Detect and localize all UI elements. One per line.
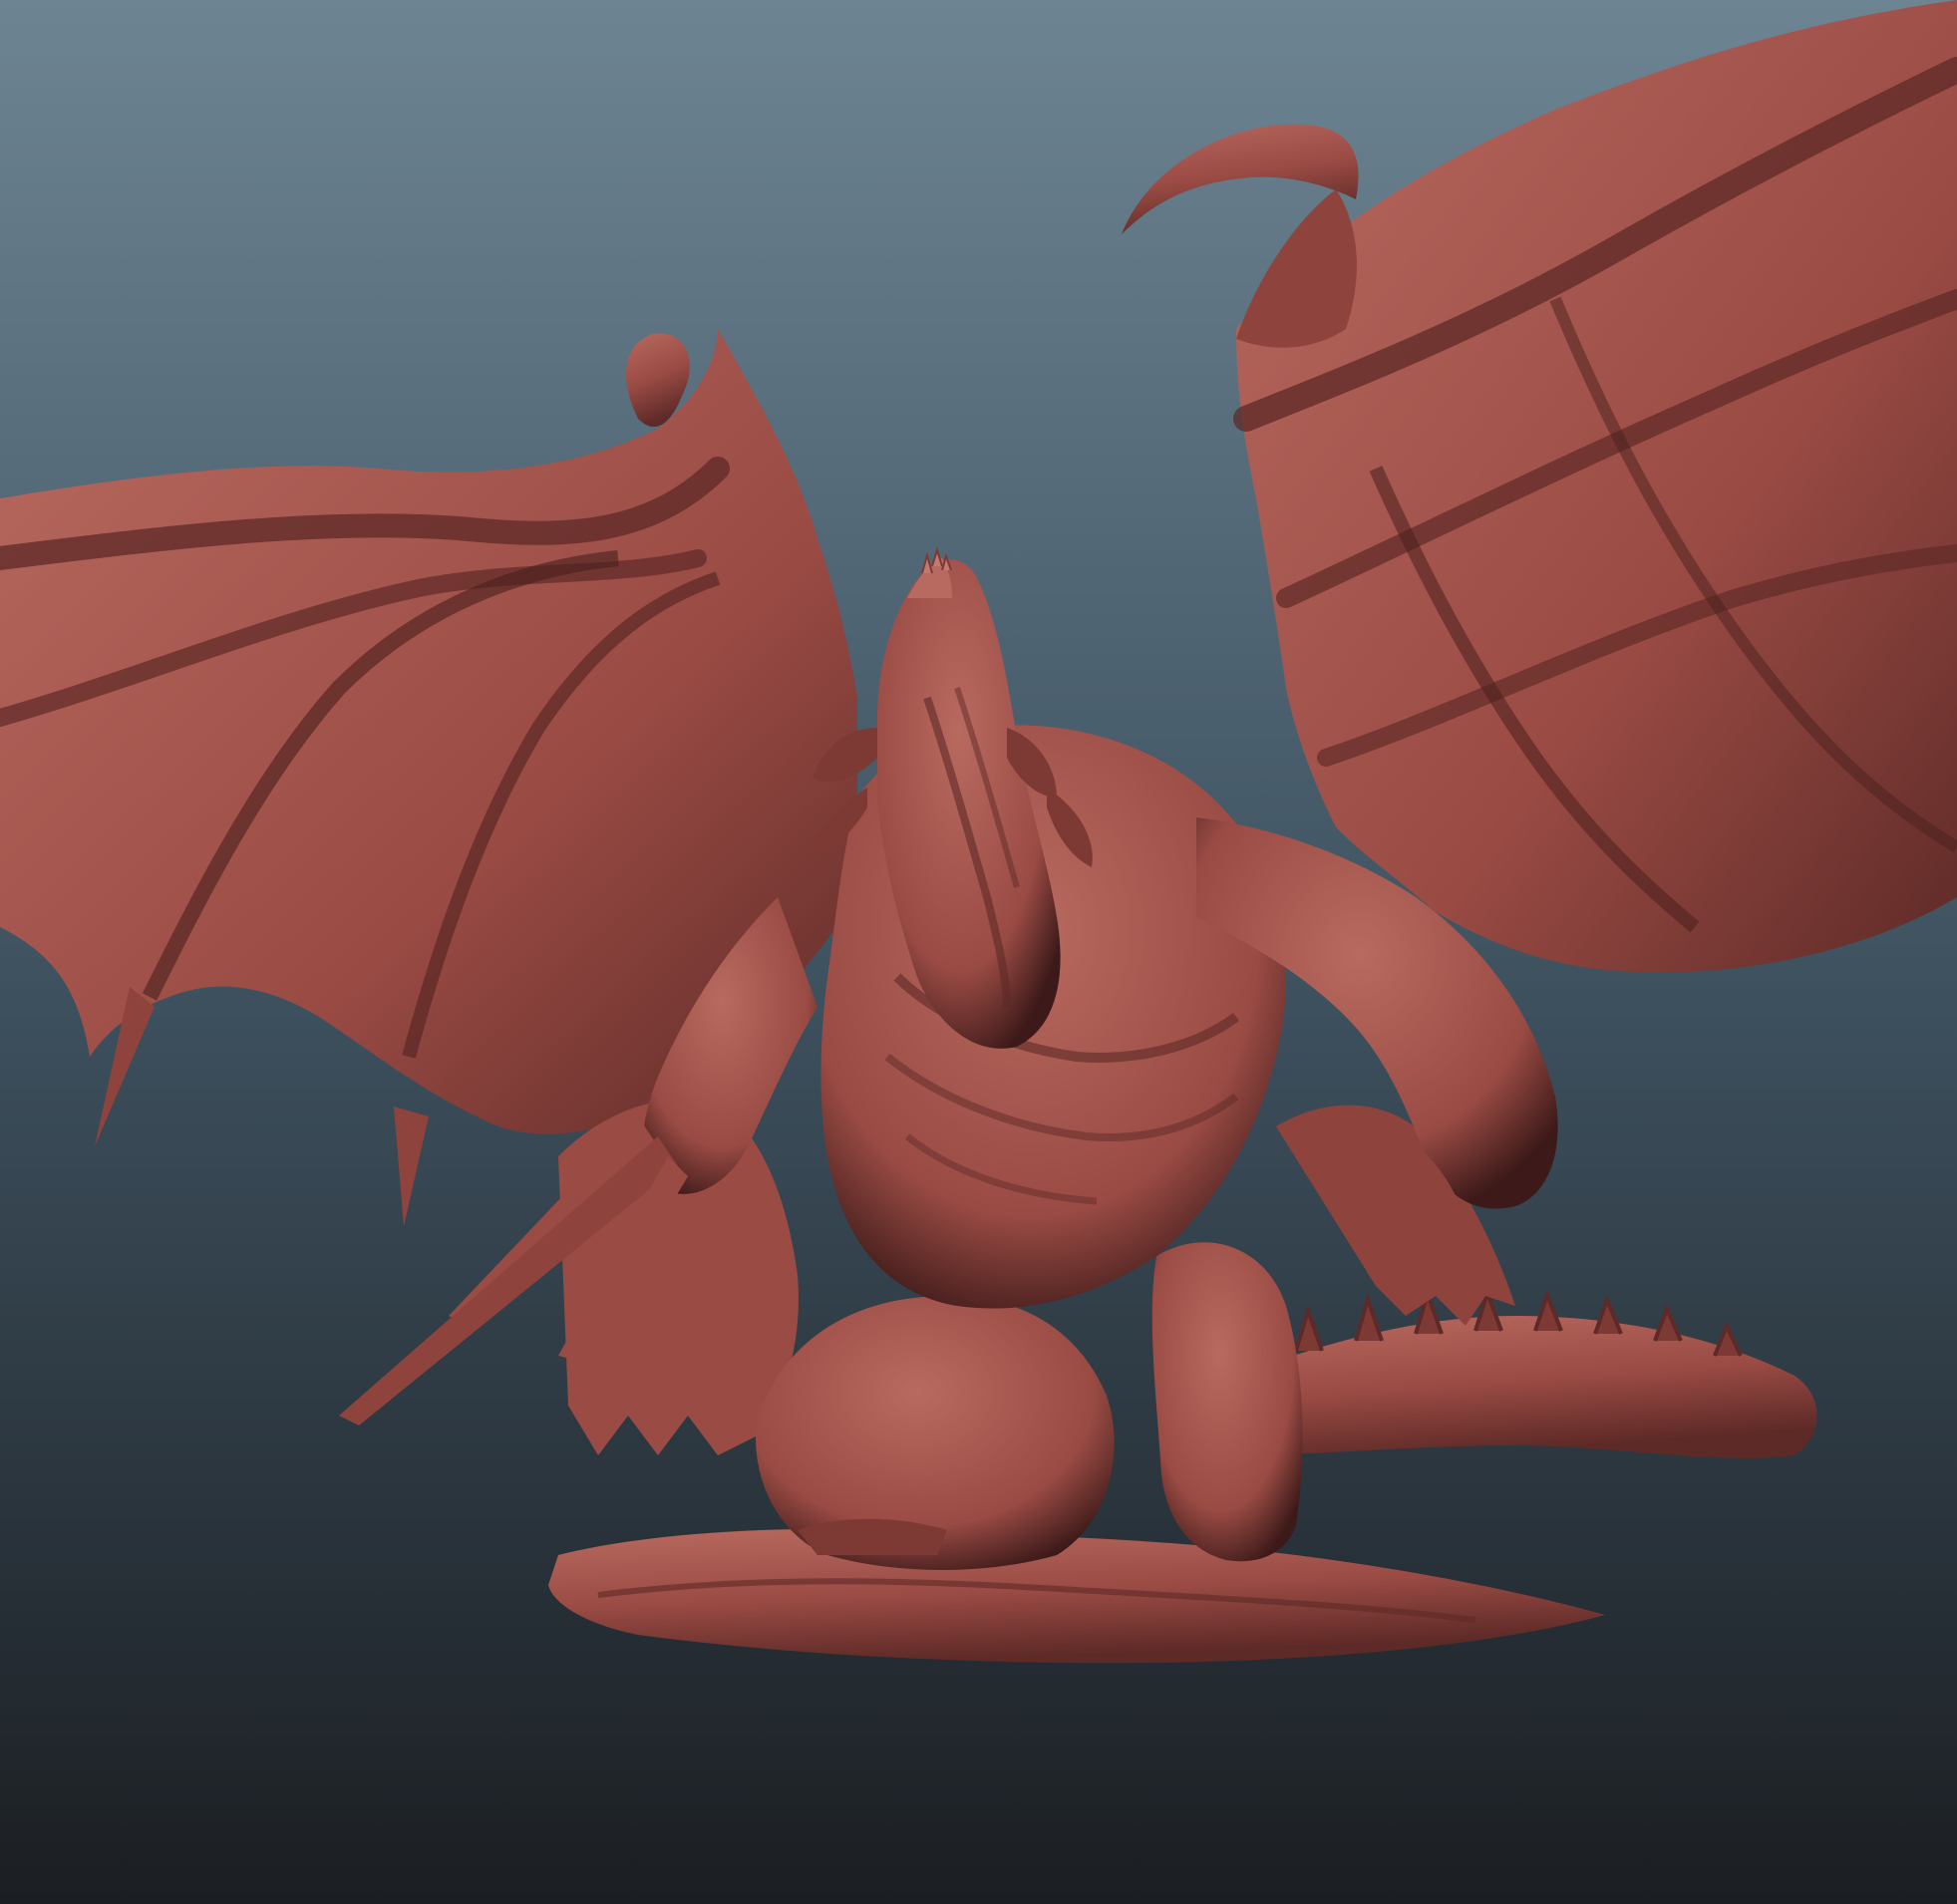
dragon-render: [0, 0, 1957, 1904]
sculpt-viewport[interactable]: [0, 0, 1957, 1904]
